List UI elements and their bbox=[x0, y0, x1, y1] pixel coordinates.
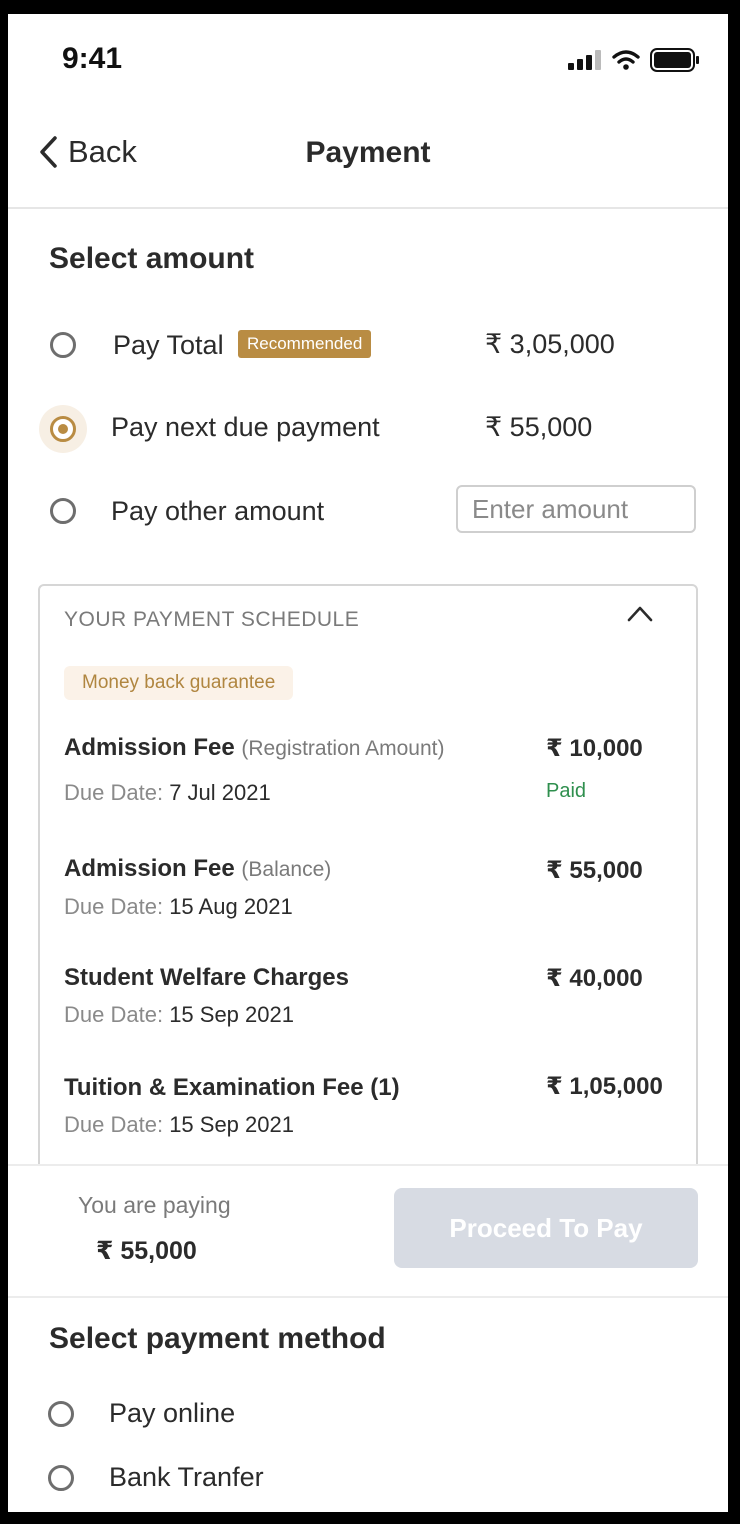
radio-pay-other[interactable] bbox=[50, 498, 76, 524]
payment-method-heading: Select payment method bbox=[49, 1322, 386, 1355]
option-label: Pay next due payment bbox=[111, 412, 380, 442]
option-label: Pay Total bbox=[113, 330, 224, 360]
payment-screen: 9:41 Back Payment Select amount Pay Tota… bbox=[8, 14, 728, 1512]
due-value: 15 Sep 2021 bbox=[169, 1002, 294, 1027]
pay-bar: You are paying ₹ 55,000 Proceed To Pay bbox=[8, 1164, 728, 1298]
fee-subtitle: (Balance) bbox=[241, 858, 332, 881]
fee-title: Admission Fee bbox=[64, 734, 235, 761]
wifi-icon bbox=[612, 50, 640, 70]
option-label: Pay other amount bbox=[111, 496, 325, 526]
fee-due-date: Due Date: 15 Sep 2021 bbox=[64, 1112, 294, 1138]
fee-subtitle: (Registration Amount) bbox=[241, 737, 445, 760]
fee-title: Admission Fee bbox=[64, 855, 235, 882]
fee-amount: ₹ 40,000 bbox=[546, 965, 643, 992]
select-amount-heading: Select amount bbox=[49, 242, 255, 275]
fee-amount: ₹ 1,05,000 bbox=[546, 1073, 663, 1100]
fee-due-date: Due Date: 7 Jul 2021 bbox=[64, 780, 271, 806]
status-icons bbox=[568, 48, 700, 72]
method-label: Pay online bbox=[109, 1398, 236, 1428]
proceed-to-pay-button[interactable]: Proceed To Pay bbox=[394, 1188, 698, 1268]
schedule-title: YOUR PAYMENT SCHEDULE bbox=[64, 608, 360, 631]
fee-due-date: Due Date: 15 Sep 2021 bbox=[64, 1002, 294, 1028]
page-title: Payment bbox=[305, 136, 431, 169]
fee-name: Tuition & Examination Fee (1) bbox=[64, 1074, 400, 1101]
paying-amount: ₹ 55,000 bbox=[96, 1237, 197, 1265]
battery-icon bbox=[650, 48, 699, 72]
due-value: 15 Aug 2021 bbox=[169, 894, 293, 919]
method-label: Bank Tranfer bbox=[109, 1462, 264, 1492]
fee-name: Student Welfare Charges bbox=[64, 964, 349, 991]
payment-schedule-card: YOUR PAYMENT SCHEDULE Money back guarant… bbox=[38, 584, 698, 1204]
money-back-badge: Money back guarantee bbox=[64, 666, 294, 700]
option-amount: ₹ 55,000 bbox=[485, 412, 593, 442]
fee-amount: ₹ 55,000 bbox=[546, 857, 643, 884]
status-time: 9:41 bbox=[62, 42, 123, 75]
fee-amount: ₹ 10,000 bbox=[546, 735, 643, 762]
due-label: Due Date: bbox=[64, 780, 164, 805]
paid-status: Paid bbox=[546, 780, 587, 802]
due-value: 7 Jul 2021 bbox=[169, 780, 271, 805]
chevron-up-icon[interactable] bbox=[626, 604, 654, 624]
paying-label: You are paying bbox=[78, 1192, 231, 1218]
due-label: Due Date: bbox=[64, 1002, 164, 1027]
due-value: 15 Sep 2021 bbox=[169, 1112, 294, 1137]
signal-icon bbox=[568, 50, 601, 70]
radio-pay-next-due[interactable] bbox=[50, 416, 76, 442]
fee-name: Admission Fee (Balance) bbox=[64, 855, 331, 883]
due-label: Due Date: bbox=[64, 1112, 164, 1137]
recommended-badge: Recommended bbox=[238, 330, 372, 358]
other-amount-input[interactable] bbox=[456, 485, 696, 533]
radio-pay-total[interactable] bbox=[50, 332, 76, 358]
option-amount: ₹ 3,05,000 bbox=[485, 329, 615, 359]
status-bar: 9:41 bbox=[8, 14, 728, 104]
fee-name: Admission Fee (Registration Amount) bbox=[64, 734, 444, 762]
radio-pay-online[interactable] bbox=[48, 1401, 74, 1427]
nav-bar: Back Payment bbox=[8, 114, 728, 209]
fee-due-date: Due Date: 15 Aug 2021 bbox=[64, 894, 293, 920]
radio-bank-transfer[interactable] bbox=[48, 1465, 74, 1491]
due-label: Due Date: bbox=[64, 894, 164, 919]
